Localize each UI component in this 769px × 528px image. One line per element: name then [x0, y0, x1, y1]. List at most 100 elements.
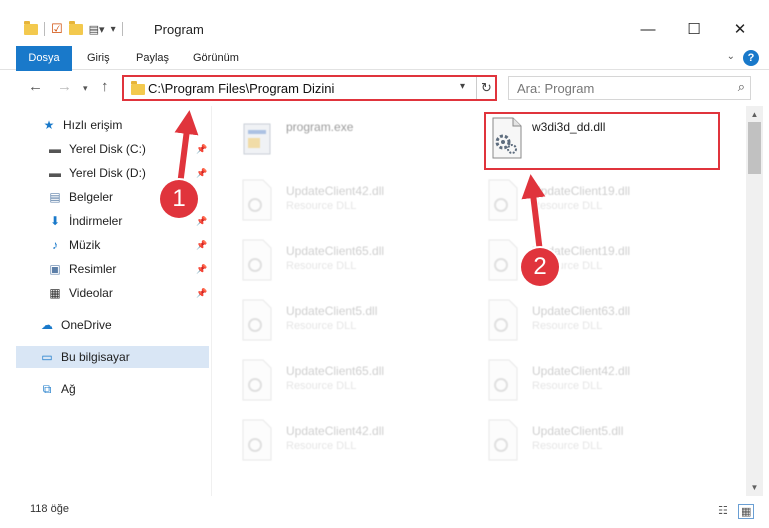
- pin-icon[interactable]: 📌: [196, 240, 207, 251]
- scroll-up-icon[interactable]: ▲: [746, 106, 763, 123]
- step-badge-2: 2: [521, 248, 559, 286]
- file-item[interactable]: program.exe: [238, 112, 478, 170]
- file-type: Resource DLL: [532, 380, 603, 392]
- refresh-icon[interactable]: ↻: [476, 77, 496, 99]
- star-icon: ★: [43, 118, 55, 132]
- dll-file-icon: [242, 419, 272, 461]
- sidebar-item-music[interactable]: ♪ Müzik 📌: [0, 234, 209, 256]
- file-item[interactable]: UpdateClient65.dll Resource DLL: [238, 354, 478, 412]
- file-type: Resource DLL: [286, 440, 357, 452]
- file-name: UpdateClient5.dll: [532, 424, 624, 438]
- pin-icon[interactable]: 📌: [196, 216, 207, 227]
- minimize-button[interactable]: —: [625, 14, 671, 44]
- close-button[interactable]: ✕: [717, 14, 763, 44]
- dll-file-icon: [488, 419, 518, 461]
- file-item[interactable]: UpdateClient65.dll Resource DLL: [238, 234, 478, 292]
- up-arrow-icon[interactable]: ↑: [101, 78, 109, 95]
- scroll-down-icon[interactable]: ▼: [746, 479, 763, 496]
- drive-icon: ▬: [49, 166, 61, 180]
- file-item[interactable]: UpdateClient19.dll Resource DLL: [484, 234, 724, 292]
- sidebar-item-label: Ağ: [61, 382, 76, 396]
- file-item[interactable]: UpdateClient42.dll Resource DLL: [238, 414, 478, 472]
- new-folder-icon[interactable]: [68, 20, 83, 35]
- file-type: Resource DLL: [286, 380, 357, 392]
- vertical-scrollbar[interactable]: ▲ ▼: [746, 106, 763, 496]
- file-item[interactable]: UpdateClient19.dll Resource DLL: [484, 174, 724, 232]
- sidebar-item-label: İndirmeler: [69, 214, 123, 228]
- sidebar-item-label: Resimler: [69, 262, 117, 276]
- file-name: UpdateClient42.dll: [286, 424, 385, 438]
- file-name: UpdateClient65.dll: [286, 364, 385, 378]
- sidebar-item-label: Belgeler: [69, 190, 114, 204]
- file-item[interactable]: UpdateClient5.dll Resource DLL: [484, 414, 724, 472]
- address-dropdown-icon[interactable]: ▾: [460, 81, 465, 92]
- file-type: Resource DLL: [286, 260, 357, 272]
- file-name: UpdateClient65.dll: [286, 244, 385, 258]
- pictures-icon: ▣: [49, 262, 61, 276]
- pin-icon[interactable]: 📌: [196, 144, 207, 155]
- tab-home[interactable]: Giriş: [77, 46, 120, 70]
- file-item[interactable]: UpdateClient5.dll Resource DLL: [238, 294, 478, 352]
- sidebar-item-this-pc[interactable]: ▭ Bu bilgisayar: [16, 346, 209, 368]
- dll-file-icon: [488, 359, 518, 401]
- address-bar[interactable]: C:\Program Files\Program Dizini ▾ ↻: [122, 75, 497, 101]
- file-type: Resource DLL: [532, 200, 603, 212]
- status-bar: 118 öğe ☷ ▦: [0, 496, 769, 528]
- sidebar-item-videos[interactable]: ▦ Videolar 📌: [0, 282, 209, 304]
- forward-arrow-icon[interactable]: →: [57, 78, 72, 95]
- file-name: UpdateClient63.dll: [532, 304, 631, 318]
- file-item[interactable]: UpdateClient42.dll Resource DLL: [238, 174, 478, 232]
- details-view-icon[interactable]: ☷: [718, 504, 728, 517]
- sidebar-item-onedrive[interactable]: ☁ OneDrive: [0, 314, 209, 336]
- large-icons-view-icon[interactable]: ▦: [738, 504, 755, 519]
- address-path: C:\Program Files\Program Dizini: [148, 81, 335, 96]
- folder-icon: [131, 81, 145, 95]
- file-type: Resource DLL: [532, 440, 603, 452]
- view-options-icon[interactable]: ▤▾: [89, 23, 105, 36]
- properties-icon[interactable]: ☑: [51, 21, 63, 37]
- pin-icon[interactable]: 📌: [196, 288, 207, 299]
- search-icon[interactable]: ⌕: [738, 79, 745, 95]
- item-count: 118 öğe: [30, 503, 69, 515]
- tab-share[interactable]: Paylaş: [126, 46, 179, 70]
- pin-icon[interactable]: 📌: [196, 168, 207, 179]
- toolbar-separator: [44, 22, 45, 36]
- highlight-box: [484, 112, 720, 170]
- file-item[interactable]: UpdateClient63.dll Resource DLL: [484, 294, 724, 352]
- documents-icon: ▤: [49, 190, 61, 204]
- expand-ribbon-icon[interactable]: ⌄: [727, 51, 735, 62]
- video-icon: ▦: [49, 286, 61, 300]
- dll-file-icon: [242, 359, 272, 401]
- sidebar-item-label: OneDrive: [61, 318, 112, 332]
- sidebar-item-label: Müzik: [69, 238, 101, 252]
- maximize-button[interactable]: ☐: [671, 14, 717, 44]
- sidebar-item-quick-access[interactable]: ★ Hızlı erişim: [0, 114, 209, 136]
- file-name: program.exe: [286, 120, 354, 134]
- sidebar-item-label: Hızlı erişim: [63, 118, 123, 132]
- ribbon-tabs: Dosya Giriş Paylaş Görünüm ⌄ ?: [0, 46, 769, 104]
- window-title: Program: [154, 22, 204, 37]
- drive-icon: ▬: [49, 142, 61, 156]
- file-name: UpdateClient5.dll: [286, 304, 378, 318]
- step-badge-1: 1: [160, 180, 198, 218]
- recent-locations-icon[interactable]: ▾: [83, 83, 88, 94]
- scroll-thumb[interactable]: [748, 122, 761, 174]
- sidebar-item-disk-c[interactable]: ▬ Yerel Disk (C:) 📌: [0, 138, 209, 160]
- sidebar-item-pictures[interactable]: ▣ Resimler 📌: [0, 258, 209, 280]
- dll-file-icon: [242, 179, 272, 221]
- file-item[interactable]: UpdateClient42.dll Resource DLL: [484, 354, 724, 412]
- file-name: UpdateClient42.dll: [532, 364, 631, 378]
- quick-access-toolbar: ☑ ▤▾ ▾: [24, 20, 123, 37]
- pin-icon[interactable]: 📌: [196, 264, 207, 275]
- help-icon[interactable]: ?: [743, 50, 759, 66]
- customize-toolbar-icon[interactable]: ▾: [111, 24, 116, 35]
- sidebar-item-network[interactable]: ⧉ Ağ: [0, 378, 209, 400]
- file-type: Resource DLL: [286, 200, 357, 212]
- folder-icon: [24, 20, 38, 35]
- search-box[interactable]: Ara: Program ⌕: [508, 76, 751, 100]
- cloud-icon: ☁: [41, 318, 53, 332]
- music-icon: ♪: [52, 238, 58, 252]
- dll-file-icon: [488, 239, 518, 281]
- back-arrow-icon[interactable]: ←: [28, 78, 43, 95]
- tab-view[interactable]: Görünüm: [183, 46, 249, 70]
